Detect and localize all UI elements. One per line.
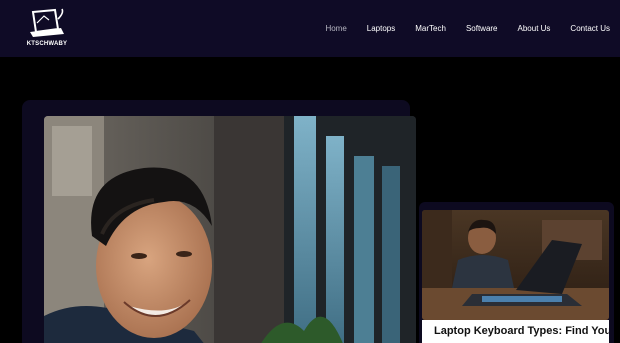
brand-name: KTSCHWABY <box>26 41 68 47</box>
site-header: KTSCHWABY Home Laptops MarTech Software … <box>0 0 620 57</box>
featured-article-image[interactable] <box>422 210 609 320</box>
site-logo[interactable]: KTSCHWABY <box>24 7 70 51</box>
featured-article-title[interactable]: Laptop Keyboard Types: Find Your <box>422 320 609 343</box>
nav-martech[interactable]: MarTech <box>415 24 446 33</box>
laptop-logo-icon <box>30 8 64 37</box>
nav-contact-us[interactable]: Contact Us <box>570 24 610 33</box>
nav-laptops[interactable]: Laptops <box>367 24 395 33</box>
nav-home[interactable]: Home <box>325 24 346 33</box>
hero-image[interactable] <box>44 116 416 343</box>
nav-about-us[interactable]: About Us <box>518 24 551 33</box>
nav-software[interactable]: Software <box>466 24 498 33</box>
main-nav: Home Laptops MarTech Software About Us C… <box>305 0 610 57</box>
